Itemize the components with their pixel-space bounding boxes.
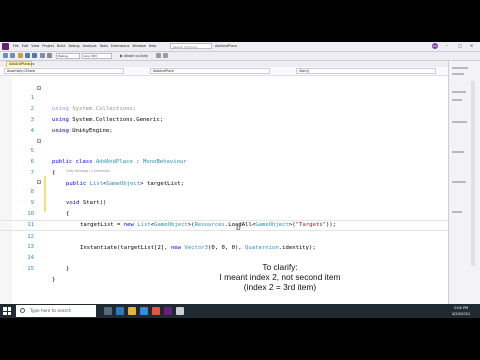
line-number: 15: [27, 266, 34, 272]
panel-item[interactable]: [452, 121, 467, 123]
codelens-start[interactable]: Unity Message | 0 references: [66, 168, 110, 174]
code-line-12: 12 Instantiate(targetList[2], new Vector…: [0, 220, 448, 251]
menu-edit[interactable]: Edit: [22, 43, 29, 49]
toolbar-tool-icon-2[interactable]: [163, 53, 168, 58]
menu-project[interactable]: Project: [42, 43, 54, 49]
search-input[interactable]: Search (Ctrl+Q): [170, 43, 212, 49]
solution-explorer-panel: [448, 61, 480, 306]
menu-window[interactable]: Window: [132, 43, 145, 49]
forward-icon[interactable]: [10, 53, 15, 58]
redo-icon[interactable]: [47, 53, 52, 58]
code-line-11: 11: [0, 209, 448, 228]
menu-build[interactable]: Build: [57, 43, 66, 49]
title-bar: File Edit View Project Build Debug Analy…: [0, 42, 480, 52]
attach-unity-button[interactable]: Attach to Unity: [120, 53, 150, 59]
tray-date: 4/20/2021: [451, 312, 471, 316]
code-line-5: 5 public class AddAndPlace : MonoBehavio…: [0, 135, 448, 165]
code-line-4: 4: [0, 115, 448, 134]
member-dropdown[interactable]: Start(): [296, 68, 436, 74]
app-icon[interactable]: [152, 307, 160, 315]
code-text: }: [66, 266, 70, 272]
panel-item[interactable]: [452, 99, 462, 101]
code-line-14: 14 }: [0, 242, 448, 272]
unity-taskbar-icon[interactable]: [176, 307, 184, 315]
code-line-9: 9 {: [0, 187, 448, 217]
windows-taskbar: Type here to search 2:04 PM 4/20/2021: [0, 304, 480, 318]
codelens-class[interactable]: Unity Script | 0 references: [52, 128, 91, 134]
maximize-icon[interactable]: □: [458, 43, 462, 49]
profile-avatar[interactable]: KG: [432, 43, 438, 49]
task-view-icon[interactable]: [104, 307, 112, 315]
code-line-10: 10 targetList = new List<GameObject>(Res…: [0, 198, 448, 228]
store-icon[interactable]: [140, 307, 148, 315]
solution-name: AddAndPlace: [215, 44, 238, 48]
code-line-7: 7 public List<GameObject> targetList;: [0, 157, 448, 187]
caption-line: To clarify:: [262, 262, 298, 272]
vs-window: File Edit View Project Build Debug Analy…: [0, 42, 480, 318]
panel-item[interactable]: [452, 181, 466, 183]
menu-file[interactable]: File: [13, 43, 19, 49]
panel-item[interactable]: [452, 211, 462, 213]
new-file-icon[interactable]: [18, 53, 23, 58]
save-icon[interactable]: [25, 53, 30, 58]
code-line-3: 3 using UnityEngine;: [0, 104, 448, 134]
menu-analysis[interactable]: Analysis: [83, 43, 97, 49]
panel-item[interactable]: [452, 67, 468, 69]
save-all-icon[interactable]: [32, 53, 37, 58]
panel-item[interactable]: [452, 151, 464, 153]
tab-label: AddAndPlace.cs: [9, 62, 35, 66]
minimize-icon[interactable]: –: [446, 43, 448, 49]
caption-line: I meant index 2, not second item: [219, 272, 341, 282]
undo-icon[interactable]: [40, 53, 45, 58]
fold-toggle-icon[interactable]: −: [37, 86, 41, 90]
file-explorer-icon[interactable]: [128, 307, 136, 315]
search-icon: [20, 308, 25, 313]
navigation-bar: Assembly-CSharp AddAndPlace Start(): [0, 67, 448, 76]
vertical-scrollbar[interactable]: [471, 81, 475, 266]
back-icon[interactable]: [3, 53, 8, 58]
visual-studio-taskbar-icon[interactable]: [164, 307, 172, 315]
code-text: }: [52, 277, 56, 283]
edge-icon[interactable]: [116, 307, 124, 315]
menu-extensions[interactable]: Extensions: [111, 43, 129, 49]
code-line-6: 6 {: [0, 146, 448, 176]
tray-clock[interactable]: 2:04 PM 4/20/2021: [446, 305, 476, 317]
platform-select[interactable]: Any CPU: [82, 53, 112, 59]
menu-view[interactable]: View: [31, 43, 39, 49]
visual-studio-logo-icon: [2, 43, 9, 50]
code-line-13: 13: [0, 231, 448, 250]
video-caption: To clarify: I meant index 2, not second …: [170, 262, 390, 292]
caption-line: (index 2 = 3rd item): [243, 282, 317, 292]
panel-item[interactable]: [452, 73, 464, 75]
toolbar-tool-icon[interactable]: [156, 53, 161, 58]
taskbar-search-input[interactable]: Type here to search: [16, 305, 96, 317]
class-dropdown[interactable]: AddAndPlace: [150, 68, 270, 74]
menu-tools[interactable]: Tools: [100, 43, 108, 49]
taskbar-search-placeholder: Type here to search: [30, 308, 72, 313]
close-icon[interactable]: ✕: [470, 43, 473, 49]
code-line-1: 1 using System.Collections;: [0, 82, 448, 112]
code-line-2: 2 using System.Collections.Generic;: [0, 93, 448, 123]
menu-debug[interactable]: Debug: [68, 43, 79, 49]
config-select[interactable]: Debug: [56, 53, 80, 59]
menu-help[interactable]: Help: [149, 43, 157, 49]
windows-start-icon[interactable]: [3, 307, 11, 315]
code-line-8: 8 void Start(): [0, 176, 448, 206]
panel-item[interactable]: [452, 91, 466, 93]
menu-bar: File Edit View Project Build Debug Analy…: [13, 43, 156, 49]
project-dropdown[interactable]: Assembly-CSharp: [4, 68, 124, 74]
toolbar: Debug Any CPU Attach to Unity: [0, 52, 480, 61]
